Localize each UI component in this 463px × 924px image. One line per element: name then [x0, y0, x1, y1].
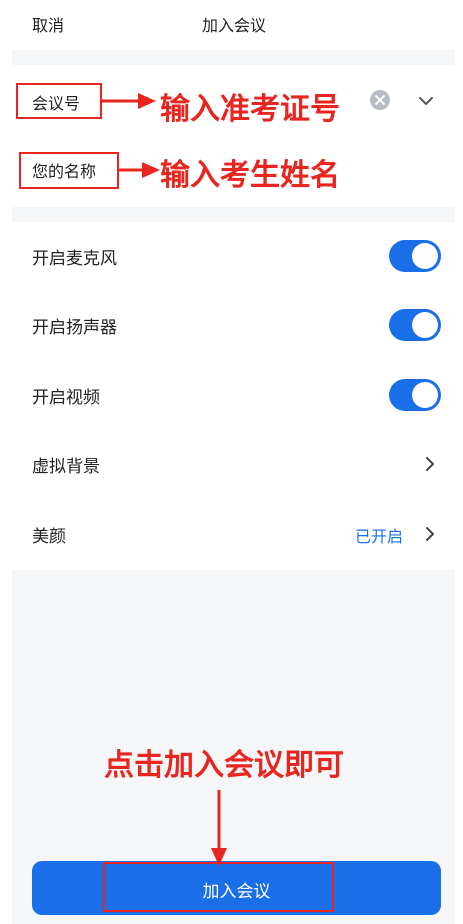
- clear-icon[interactable]: [369, 89, 391, 111]
- video-label: 开启视频: [32, 388, 100, 408]
- join-meeting-screen: 取消 加入会议 会议号 您的名称 开启麦克风 开启扬声器 开启视频 虚拟背景 美…: [12, 0, 461, 924]
- header: 取消 加入会议: [12, 0, 461, 50]
- toggle-knob: [412, 312, 438, 338]
- chevron-right-icon: [426, 457, 434, 471]
- toggle-knob: [412, 243, 438, 269]
- page-title: 加入会议: [202, 16, 267, 35]
- setting-speaker: 开启扬声器: [12, 291, 461, 360]
- join-annotation: 点击加入会议即可: [104, 748, 344, 783]
- meeting-id-annotation: 输入准考证号: [160, 92, 340, 127]
- name-highlight-box: [19, 152, 119, 189]
- section-divider: [12, 207, 461, 222]
- virtual-background-label: 虚拟背景: [32, 457, 100, 477]
- speaker-label: 开启扬声器: [32, 318, 117, 338]
- cancel-button[interactable]: 取消: [32, 12, 64, 36]
- beauty-status: 已开启: [355, 527, 404, 546]
- setting-virtual-background[interactable]: 虚拟背景: [12, 430, 461, 499]
- section-divider: [12, 50, 461, 65]
- page-edge: [455, 0, 463, 924]
- settings-list: 开启麦克风 开启扬声器 开启视频 虚拟背景 美颜 已开启: [12, 222, 461, 570]
- setting-microphone: 开启麦克风: [12, 222, 461, 291]
- name-annotation: 输入考生姓名: [160, 158, 340, 193]
- join-button-highlight-box: [103, 862, 334, 912]
- toggle-knob: [412, 382, 438, 408]
- microphone-label: 开启麦克风: [32, 249, 117, 269]
- meeting-id-highlight-box: [16, 83, 102, 119]
- beauty-label: 美颜: [32, 527, 66, 547]
- speaker-toggle[interactable]: [389, 309, 441, 341]
- video-toggle[interactable]: [389, 379, 441, 411]
- microphone-toggle[interactable]: [389, 240, 441, 272]
- chevron-right-icon: [426, 527, 434, 541]
- setting-beauty[interactable]: 美颜 已开启: [12, 500, 461, 569]
- chevron-down-icon[interactable]: [416, 91, 436, 111]
- setting-video: 开启视频: [12, 361, 461, 430]
